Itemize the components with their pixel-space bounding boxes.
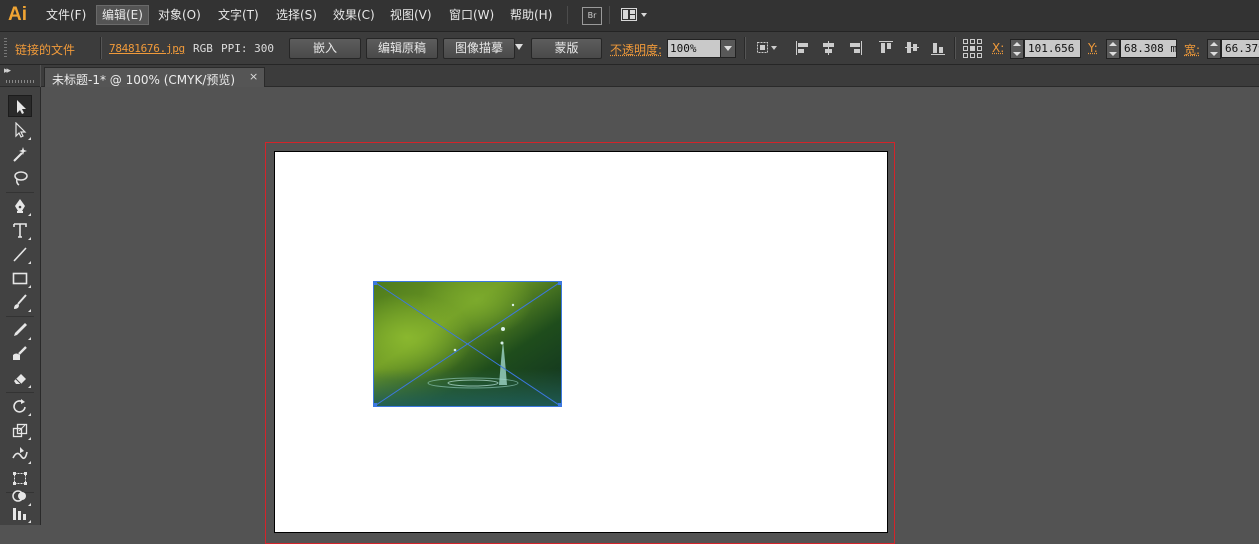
menu-edit[interactable]: 编辑(E) — [96, 5, 149, 25]
app-logo: Ai — [8, 4, 27, 25]
canvas[interactable] — [41, 87, 1259, 544]
y-label[interactable]: Y: — [1088, 41, 1098, 55]
align-bottom-icon[interactable] — [930, 40, 946, 56]
tool-separator — [6, 316, 34, 317]
line-segment-tool-icon[interactable] — [8, 243, 32, 265]
pencil-tool-icon[interactable] — [8, 319, 32, 341]
arrange-documents-button[interactable] — [620, 7, 650, 23]
x-stepper-icon[interactable] — [1010, 39, 1024, 59]
tool-separator — [6, 392, 34, 393]
document-tab[interactable]: 未标题-1* @ 100% (CMYK/预览) × — [44, 67, 265, 87]
rectangle-tool-icon[interactable] — [8, 267, 32, 289]
paintbrush-tool-icon[interactable] — [8, 291, 32, 313]
tools-panel-grip[interactable] — [6, 80, 34, 83]
collapse-panel-icon[interactable]: ▸▸ — [4, 66, 11, 76]
warp-tool-icon[interactable] — [8, 443, 32, 465]
control-bar: 链接的文件 78481676.jpg RGB PPI: 300 嵌入 编辑原稿 … — [0, 32, 1259, 65]
rotate-tool-icon[interactable] — [8, 395, 32, 417]
placed-image-content — [373, 281, 562, 407]
align-vertical-center-icon[interactable] — [904, 40, 920, 56]
lasso-tool-icon[interactable] — [8, 167, 32, 189]
menu-bar: Ai 文件(F) 编辑(E) 对象(O) 文字(T) 选择(S) 效果(C) 视… — [0, 0, 1259, 32]
x-label[interactable]: X: — [992, 41, 1004, 55]
y-input[interactable]: 68.308 m — [1120, 39, 1177, 58]
eraser-tool-icon[interactable] — [8, 367, 32, 389]
edit-original-button[interactable]: 编辑原稿 — [366, 38, 438, 59]
menu-separator — [609, 6, 610, 24]
menu-object[interactable]: 对象(O) — [153, 5, 206, 25]
selection-tool-icon[interactable] — [8, 95, 32, 117]
document-tab-title: 未标题-1* @ 100% (CMYK/预览) — [52, 73, 236, 87]
width-label[interactable]: 宽: — [1184, 41, 1200, 58]
menu-window[interactable]: 窗口(W) — [444, 5, 499, 25]
linked-file-label[interactable]: 链接的文件 — [15, 41, 75, 58]
menu-help[interactable]: 帮助(H) — [505, 5, 557, 25]
y-stepper-icon[interactable] — [1106, 39, 1120, 59]
embed-button[interactable]: 嵌入 — [289, 38, 361, 59]
tools-panel — [0, 87, 41, 525]
align-right-icon[interactable] — [847, 40, 863, 56]
image-trace-dropdown-icon[interactable] — [515, 44, 523, 50]
pen-tool-icon[interactable] — [8, 195, 32, 217]
opacity-label[interactable]: 不透明度: — [610, 41, 662, 58]
ppi-label: PPI: 300 — [221, 42, 274, 55]
blob-brush-tool-icon[interactable] — [8, 343, 32, 365]
align-horizontal-center-icon[interactable] — [821, 40, 837, 56]
arrange-documents-icon — [621, 8, 647, 21]
graph-tool-icon[interactable] — [8, 502, 32, 524]
menu-view[interactable]: 视图(V) — [385, 5, 437, 25]
control-bar-grip[interactable] — [4, 38, 7, 58]
opacity-dropdown-icon[interactable] — [720, 39, 736, 58]
menu-select[interactable]: 选择(S) — [271, 5, 322, 25]
image-trace-button[interactable]: 图像描摹 — [443, 38, 515, 59]
width-input[interactable]: 66.379 — [1221, 39, 1259, 58]
control-separator — [744, 37, 746, 59]
scale-tool-icon[interactable] — [8, 419, 32, 441]
linked-file-name[interactable]: 78481676.jpg — [109, 42, 185, 55]
width-stepper-icon[interactable] — [1207, 39, 1221, 59]
align-top-icon[interactable] — [878, 40, 894, 56]
bridge-button[interactable]: Br — [582, 7, 602, 25]
mask-button[interactable]: 蒙版 — [531, 38, 602, 59]
transform-reference-point-icon[interactable] — [962, 38, 982, 58]
tools-panel-header: ▸▸ — [0, 65, 40, 87]
document-tab-bar: 未标题-1* @ 100% (CMYK/预览) × — [41, 65, 1259, 87]
type-tool-icon[interactable] — [8, 219, 32, 241]
placed-image[interactable] — [373, 281, 562, 407]
align-to-selection-icon[interactable] — [756, 40, 778, 56]
close-icon[interactable]: × — [249, 70, 258, 83]
tool-separator — [6, 192, 34, 193]
color-mode-label: RGB — [193, 42, 213, 55]
artboard[interactable] — [274, 151, 888, 533]
control-separator — [954, 37, 956, 59]
menu-separator — [567, 6, 568, 24]
x-input[interactable]: 101.656 r — [1024, 39, 1081, 58]
menu-type[interactable]: 文字(T) — [213, 5, 264, 25]
control-separator — [100, 37, 102, 59]
menu-file[interactable]: 文件(F) — [41, 5, 91, 25]
align-left-icon[interactable] — [795, 40, 811, 56]
direct-selection-tool-icon[interactable] — [8, 119, 32, 141]
opacity-input[interactable]: 100% — [667, 39, 721, 58]
magic-wand-tool-icon[interactable] — [8, 143, 32, 165]
menu-effect[interactable]: 效果(C) — [328, 5, 380, 25]
